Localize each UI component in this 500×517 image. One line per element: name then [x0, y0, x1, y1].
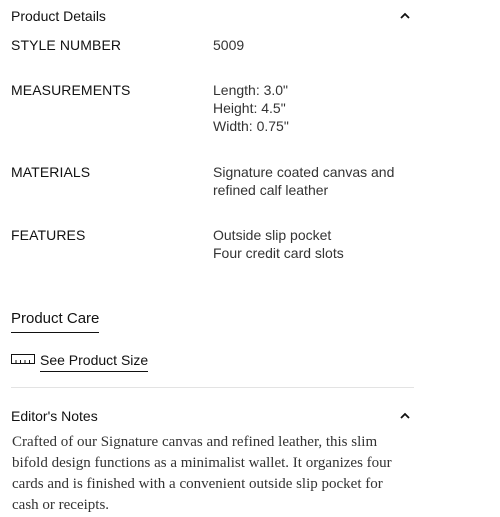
product-details-header[interactable]: Product Details [11, 7, 414, 25]
measurement-width: Width: 0.75" [213, 118, 289, 134]
features-label: FEATURES [11, 227, 86, 243]
measurements-label: MEASUREMENTS [11, 82, 131, 98]
see-product-size-link[interactable]: See Product Size [11, 352, 151, 374]
measurement-height: Height: 4.5" [213, 100, 286, 116]
style-number-label: STYLE NUMBER [11, 37, 122, 53]
features-line-1: Outside slip pocket [213, 227, 332, 243]
materials-line-2: refined calf leather [213, 182, 329, 198]
chevron-up-icon[interactable] [397, 8, 413, 24]
section-divider [11, 387, 414, 388]
chevron-up-icon[interactable] [397, 408, 413, 424]
editors-notes-line-2: bifold design functions as a minimalist … [12, 455, 392, 471]
editors-notes-title: Editor's Notes [11, 408, 98, 424]
product-care-link[interactable]: Product Care [11, 310, 100, 333]
product-details-title: Product Details [11, 8, 106, 24]
see-product-size-label[interactable]: See Product Size [40, 352, 149, 372]
style-number-value: 5009 [213, 37, 245, 53]
measurement-length: Length: 3.0" [213, 82, 289, 98]
editors-notes-line-4: cash or receipts. [12, 497, 110, 513]
features-line-2: Four credit card slots [213, 245, 344, 261]
editors-notes-line-3: cards and is finished with a convenient … [12, 476, 383, 492]
ruler-icon [11, 354, 35, 364]
materials-line-1: Signature coated canvas and [213, 164, 395, 180]
materials-label: MATERIALS [11, 164, 91, 180]
editors-notes-header[interactable]: Editor's Notes [11, 407, 414, 425]
editors-notes-line-1: Crafted of our Signature canvas and refi… [12, 434, 378, 450]
editors-notes-text: Crafted of our Signature canvas and refi… [12, 432, 432, 516]
